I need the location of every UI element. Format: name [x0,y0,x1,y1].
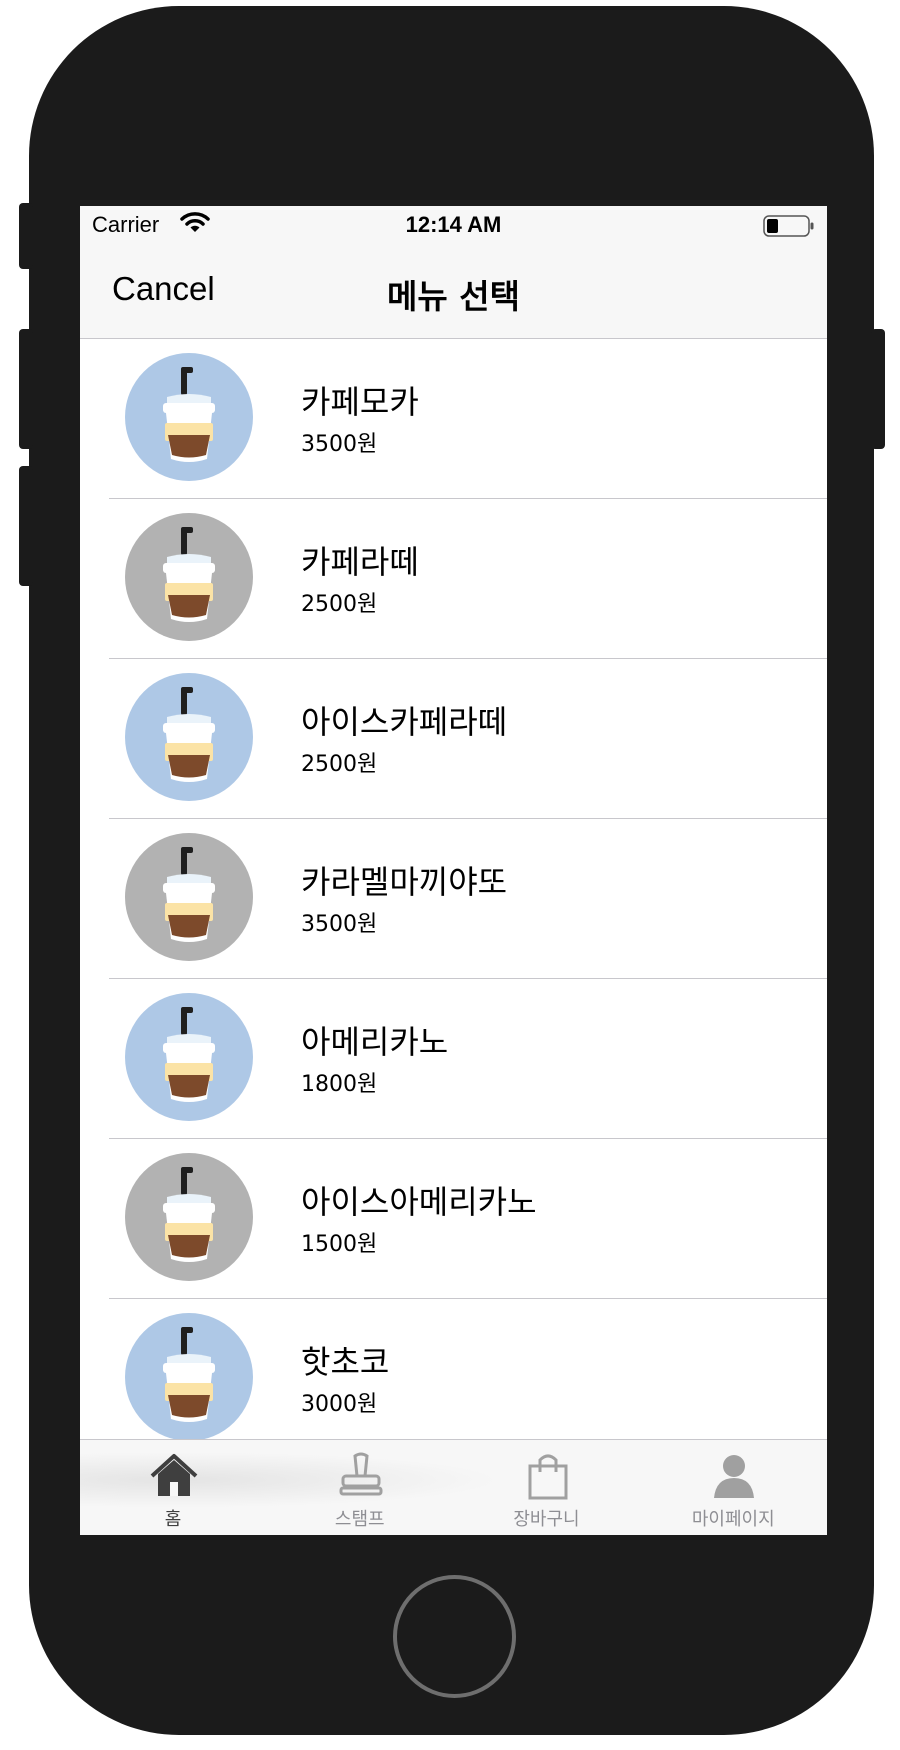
volume-down-button [19,466,33,586]
menu-item-name: 아이스아메리카노 [301,1183,537,1221]
page-title: 메뉴 선택 [387,277,520,316]
coffee-cup-icon [163,367,215,462]
stamp-icon [335,1450,387,1502]
menu-item-name: 아이스카페라떼 [301,703,508,741]
status-bar: Carrier 12:14 AM [80,206,827,246]
menu-item-name: 카라멜마끼야또 [301,863,508,901]
menu-item-price: 3500원 [301,432,378,457]
app-screen: Carrier 12:14 AM Cancel 메뉴 선택 카페모카 3500원… [80,206,827,1535]
menu-item-price: 1800원 [301,1072,378,1097]
coffee-cup-icon [163,1007,215,1102]
menu-list-item[interactable]: 핫초코 3000원 [80,1299,827,1443]
menu-item-name: 핫초코 [301,1343,390,1381]
menu-item-name: 카페모카 [301,383,419,421]
menu-item-price: 3500원 [301,912,378,937]
tab-bar: 홈 스탬프 장바구니 마이페이지 [80,1439,827,1535]
coffee-cup-icon [163,1327,215,1422]
menu-item-thumbnail [125,1313,253,1441]
tab-label: 스탬프 [334,1509,385,1530]
menu-item-name: 아메리카노 [301,1023,449,1061]
tab-label: 장바구니 [513,1509,580,1530]
menu-item-price: 2500원 [301,752,378,777]
shopping-bag-icon [522,1450,574,1502]
tab-home[interactable]: 홈 [80,1440,266,1535]
menu-item-price: 2500원 [301,592,378,617]
coffee-cup-icon [163,687,215,782]
home-icon [148,1450,200,1502]
menu-item-thumbnail [125,353,253,481]
menu-item-thumbnail [125,833,253,961]
tab-label: 마이페이지 [691,1509,775,1530]
menu-item-thumbnail [125,513,253,641]
user-icon [708,1450,760,1502]
coffee-cup-icon [163,1167,215,1262]
mute-switch [19,203,33,269]
tab-user[interactable]: 마이페이지 [640,1440,826,1535]
menu-item-thumbnail [125,673,253,801]
coffee-cup-icon [163,527,215,622]
menu-list: 카페모카 3500원 카페라떼 2500원 아이스카페라떼 2500원 카라멜마… [80,339,827,1443]
home-button[interactable] [393,1575,516,1698]
menu-item-price: 3000원 [301,1392,378,1417]
tab-label: 홈 [164,1509,182,1530]
menu-list-item[interactable]: 카페모카 3500원 [80,339,827,499]
menu-list-item[interactable]: 아메리카노 1800원 [80,979,827,1139]
menu-list-item[interactable]: 아이스아메리카노 1500원 [80,1139,827,1299]
menu-list-item[interactable]: 카라멜마끼야또 3500원 [80,819,827,979]
menu-item-thumbnail [125,1153,253,1281]
menu-list-item[interactable]: 카페라떼 2500원 [80,499,827,659]
menu-list-item[interactable]: 아이스카페라떼 2500원 [80,659,827,819]
menu-item-price: 1500원 [301,1232,378,1257]
volume-up-button [19,329,33,449]
navigation-bar: Cancel 메뉴 선택 [80,246,827,339]
power-button [871,329,885,449]
tab-stamp[interactable]: 스탬프 [267,1440,453,1535]
coffee-cup-icon [163,847,215,942]
menu-item-name: 카페라떼 [301,543,419,581]
status-time: 12:14 AM [405,212,502,237]
menu-item-thumbnail [125,993,253,1121]
battery-icon [763,215,815,237]
tab-shopping-bag[interactable]: 장바구니 [454,1440,640,1535]
